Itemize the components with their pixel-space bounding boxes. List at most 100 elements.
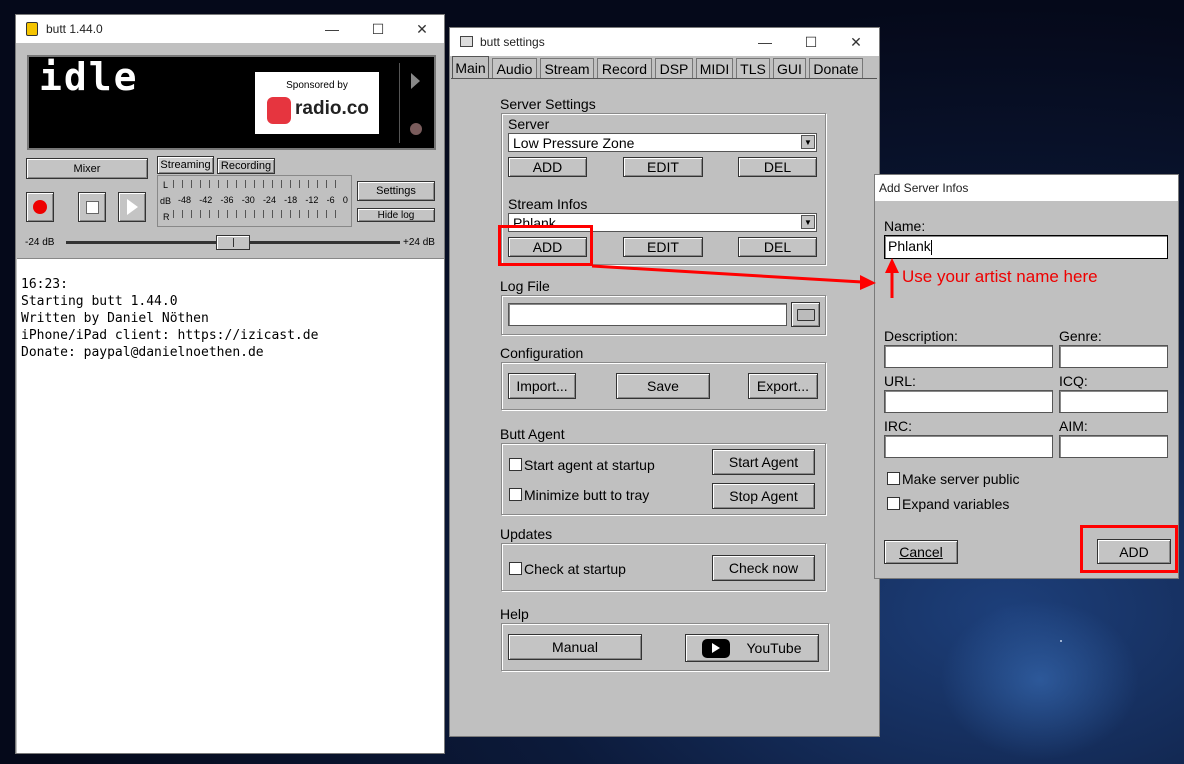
meter-tick: -42 xyxy=(199,195,213,205)
help-label: Help xyxy=(500,606,529,622)
sponsor-banner[interactable]: Sponsored by radio.co xyxy=(255,72,379,134)
sponsor-name: radio.co xyxy=(295,98,369,119)
play-indicator-icon xyxy=(411,73,420,89)
server-del-button[interactable]: DEL xyxy=(738,157,817,177)
make-public-checkbox[interactable] xyxy=(887,472,900,485)
annotation-text: Use your artist name here xyxy=(902,267,1098,286)
close-icon[interactable]: ✕ xyxy=(400,17,444,41)
tab-streaming[interactable]: Streaming xyxy=(157,156,214,174)
start-agent-startup-label: Start agent at startup xyxy=(524,457,655,473)
meter-tick: -6 xyxy=(326,195,335,205)
sponsor-label: Sponsored by xyxy=(286,80,348,91)
volume-slider-handle[interactable] xyxy=(216,235,250,250)
meter-tick: -24 xyxy=(262,195,276,205)
start-agent-startup-checkbox[interactable] xyxy=(509,458,522,471)
aim-input[interactable] xyxy=(1059,435,1168,458)
stream-infos-del-button[interactable]: DEL xyxy=(738,237,817,257)
name-input-value: Phlank xyxy=(888,238,931,254)
icq-input[interactable] xyxy=(1059,390,1168,413)
close-icon[interactable]: ✕ xyxy=(834,30,878,54)
check-startup-checkbox[interactable] xyxy=(509,562,522,575)
meter-channel-l: L xyxy=(163,180,169,190)
mixer-button[interactable]: Mixer xyxy=(26,158,148,179)
description-input[interactable] xyxy=(884,345,1053,368)
irc-input[interactable] xyxy=(884,435,1053,458)
settings-title: butt settings xyxy=(480,35,545,49)
start-agent-button[interactable]: Start Agent xyxy=(712,449,815,475)
stop-agent-button[interactable]: Stop Agent xyxy=(712,483,815,509)
status-text: idle xyxy=(39,55,139,99)
stream-infos-edit-button[interactable]: EDIT xyxy=(623,237,703,257)
aim-label: AIM: xyxy=(1059,418,1088,434)
tab-stream[interactable]: Stream xyxy=(540,58,594,78)
log-line: Written by Daniel Nöthen xyxy=(21,311,209,326)
server-settings-label: Server Settings xyxy=(500,96,596,112)
tab-dsp[interactable]: DSP xyxy=(655,58,693,78)
configuration-label: Configuration xyxy=(500,345,584,361)
tab-record[interactable]: Record xyxy=(597,58,652,78)
butt-main-window: butt 1.44.0 — ☐ ✕ idle Sponsored by radi… xyxy=(15,14,445,754)
log-line: iPhone/iPad client: https://izicast.de xyxy=(21,328,319,343)
maximize-icon[interactable]: ☐ xyxy=(789,30,833,54)
tab-donate[interactable]: Donate xyxy=(809,58,863,78)
manual-button[interactable]: Manual xyxy=(508,634,642,660)
minimize-icon[interactable]: — xyxy=(310,17,354,41)
tab-midi[interactable]: MIDI xyxy=(696,58,733,78)
name-input[interactable]: Phlank xyxy=(884,235,1168,259)
meter-tick: -12 xyxy=(305,195,319,205)
description-label: Description: xyxy=(884,328,958,344)
tab-recording[interactable]: Recording xyxy=(217,158,275,174)
browse-folder-button[interactable] xyxy=(791,302,820,327)
hide-log-button[interactable]: Hide log xyxy=(357,208,435,222)
tab-gui[interactable]: GUI xyxy=(773,58,806,78)
import-button[interactable]: Import... xyxy=(508,373,576,399)
record-button[interactable] xyxy=(26,192,54,222)
server-label: Server xyxy=(508,116,550,132)
slider-max-label: +24 dB xyxy=(403,237,435,248)
folder-icon xyxy=(796,308,815,321)
check-now-button[interactable]: Check now xyxy=(712,555,815,581)
tab-audio[interactable]: Audio xyxy=(492,58,537,78)
status-display: idle Sponsored by radio.co xyxy=(27,55,436,150)
genre-label: Genre: xyxy=(1059,328,1102,344)
url-input[interactable] xyxy=(884,390,1053,413)
youtube-icon xyxy=(702,638,731,658)
save-button[interactable]: Save xyxy=(616,373,710,399)
cancel-button[interactable]: Cancel xyxy=(884,540,958,564)
server-edit-button[interactable]: EDIT xyxy=(623,157,703,177)
check-startup-label: Check at startup xyxy=(524,561,626,577)
minimize-tray-label: Minimize butt to tray xyxy=(524,487,650,503)
maximize-icon[interactable]: ☐ xyxy=(356,17,400,41)
play-icon xyxy=(126,199,138,215)
meter-tick: 0 xyxy=(342,195,348,205)
server-select-value: Low Pressure Zone xyxy=(513,135,635,151)
meter-channel-r: R xyxy=(163,212,170,222)
play-button[interactable] xyxy=(118,192,146,222)
radioco-logo-icon xyxy=(267,97,291,124)
dialog-title: Add Server Infos xyxy=(879,181,969,195)
window-title: butt 1.44.0 xyxy=(46,22,103,36)
youtube-label: YouTube xyxy=(746,640,802,656)
log-panel[interactable]: 16:23: Starting butt 1.44.0 Written by D… xyxy=(17,258,444,753)
youtube-button[interactable]: YouTube xyxy=(685,634,819,662)
server-add-button[interactable]: ADD xyxy=(508,157,587,177)
minimize-icon[interactable]: — xyxy=(743,30,787,54)
minimize-tray-checkbox[interactable] xyxy=(509,488,522,501)
export-button[interactable]: Export... xyxy=(748,373,818,399)
stop-button[interactable] xyxy=(78,192,106,222)
stream-infos-label: Stream Infos xyxy=(508,196,588,212)
expand-variables-checkbox[interactable] xyxy=(887,497,900,510)
record-icon xyxy=(33,200,47,214)
settings-button[interactable]: Settings xyxy=(357,181,435,201)
tab-main[interactable]: Main xyxy=(452,56,489,79)
meter-tick: -48 xyxy=(178,195,192,205)
log-line: Starting butt 1.44.0 xyxy=(21,294,178,309)
settings-titlebar: butt settings — ☐ ✕ xyxy=(450,28,879,56)
tab-tls[interactable]: TLS xyxy=(736,58,770,78)
icq-label: ICQ: xyxy=(1059,373,1088,389)
butt-app-icon xyxy=(26,22,38,36)
server-select[interactable]: Low Pressure Zone ▼ xyxy=(508,133,817,152)
genre-input[interactable] xyxy=(1059,345,1168,368)
meter-tick: -30 xyxy=(241,195,255,205)
log-file-input[interactable] xyxy=(508,303,787,326)
